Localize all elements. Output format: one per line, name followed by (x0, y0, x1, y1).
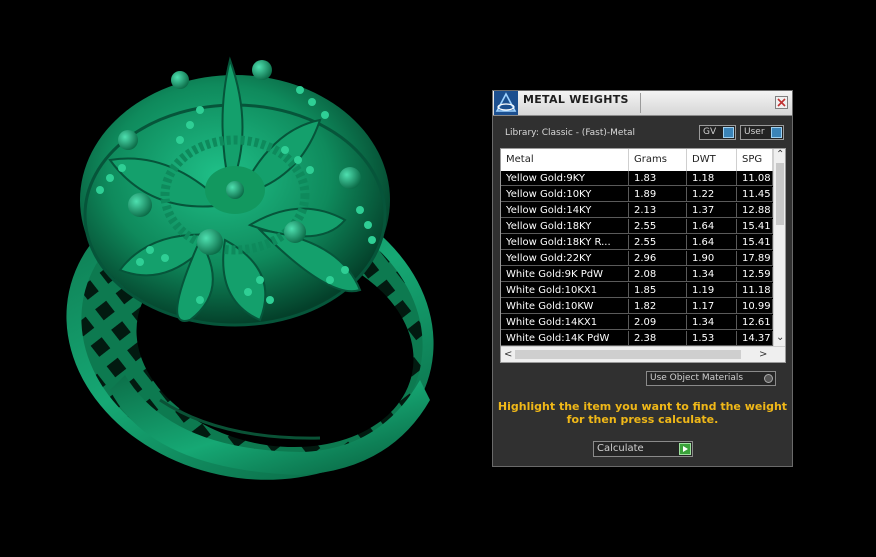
metal-cell: Yellow Gold:22KY (501, 251, 629, 266)
table-row[interactable]: White Gold:14KX1 2.09 1.34 12.61 (501, 315, 773, 331)
metal-cell: Yellow Gold:10KY (501, 187, 629, 202)
horizontal-scrollbar[interactable]: < > (501, 346, 785, 362)
spg-cell: 11.18 (737, 283, 773, 298)
spg-cell: 11.45 (737, 187, 773, 202)
metal-cell: Yellow Gold:18KY R... (501, 235, 629, 250)
metal-cell: White Gold:9K PdW (501, 267, 629, 282)
grams-cell: 2.08 (629, 267, 687, 282)
gv-toggle[interactable]: GV (699, 125, 736, 140)
column-header-grams[interactable]: Grams (629, 149, 687, 171)
instruction-line-1: Highlight the item you want to find the … (497, 400, 788, 413)
use-object-materials-option[interactable]: Use Object Materials (646, 371, 776, 386)
metal-weights-panel: METAL WEIGHTS Library: Classic - (Fast)-… (492, 90, 793, 467)
dwt-cell: 1.64 (687, 235, 737, 250)
dwt-cell: 1.19 (687, 283, 737, 298)
panel-titlebar[interactable]: METAL WEIGHTS (493, 91, 792, 116)
app-logo-icon (494, 91, 518, 115)
table-row[interactable]: White Gold:14K PdW 2.38 1.53 14.37 (501, 331, 773, 347)
spg-cell: 10.99 (737, 299, 773, 314)
gv-toggle-label: GV (703, 127, 717, 137)
panel-title: METAL WEIGHTS (523, 93, 629, 106)
use-object-materials-label: Use Object Materials (650, 373, 744, 383)
title-divider (640, 93, 641, 113)
user-toggle-label: User (744, 127, 765, 137)
scroll-down-icon[interactable]: ⌄ (776, 333, 784, 343)
library-label: Library: Classic - (Fast)-Metal (505, 128, 636, 138)
grams-cell: 1.85 (629, 283, 687, 298)
close-icon (777, 98, 786, 107)
grams-cell: 2.55 (629, 235, 687, 250)
table-row[interactable]: White Gold:10KX1 1.85 1.19 11.18 (501, 283, 773, 299)
table-row[interactable]: Yellow Gold:22KY 2.96 1.90 17.89 (501, 251, 773, 267)
column-header-dwt[interactable]: DWT (687, 149, 737, 171)
dwt-cell: 1.53 (687, 331, 737, 346)
metal-table[interactable]: Metal Grams DWT SPG Yellow Gold:9KY 1.83… (500, 148, 786, 363)
grams-cell: 1.83 (629, 171, 687, 186)
column-header-metal[interactable]: Metal (501, 149, 629, 171)
spg-cell: 11.08 (737, 171, 773, 186)
table-row[interactable]: White Gold:9K PdW 2.08 1.34 12.59 (501, 267, 773, 283)
instruction-text: Highlight the item you want to find the … (493, 400, 792, 426)
dwt-cell: 1.17 (687, 299, 737, 314)
table-row[interactable]: Yellow Gold:18KY 2.55 1.64 15.41 (501, 219, 773, 235)
spg-cell: 17.89 (737, 251, 773, 266)
table-row[interactable]: Yellow Gold:10KY 1.89 1.22 11.45 (501, 187, 773, 203)
grams-cell: 2.09 (629, 315, 687, 330)
table-row[interactable]: Yellow Gold:9KY 1.83 1.18 11.08 (501, 171, 773, 187)
spg-cell: 12.88 (737, 203, 773, 218)
metal-cell: Yellow Gold:18KY (501, 219, 629, 234)
metal-cell: White Gold:14K PdW (501, 331, 629, 346)
spg-cell: 14.37 (737, 331, 773, 346)
close-button[interactable] (775, 96, 788, 109)
metal-cell: Yellow Gold:14KY (501, 203, 629, 218)
ring-model (66, 56, 434, 480)
grams-cell: 2.96 (629, 251, 687, 266)
metal-cell: White Gold:10KW (501, 299, 629, 314)
play-arrow-icon (679, 443, 691, 455)
metal-cell: Yellow Gold:9KY (501, 171, 629, 186)
dwt-cell: 1.64 (687, 219, 737, 234)
dwt-cell: 1.22 (687, 187, 737, 202)
spg-cell: 12.61 (737, 315, 773, 330)
spg-cell: 15.41 (737, 219, 773, 234)
instruction-line-2: for then press calculate. (566, 413, 719, 426)
toggle-knob-icon (723, 127, 734, 138)
dwt-cell: 1.37 (687, 203, 737, 218)
scroll-up-icon[interactable]: ⌃ (776, 150, 784, 160)
vertical-scrollbar[interactable]: ⌃ ⌄ (773, 149, 785, 346)
grams-cell: 2.55 (629, 219, 687, 234)
calculate-button[interactable]: Calculate (593, 441, 693, 457)
dwt-cell: 1.34 (687, 315, 737, 330)
metal-cell: White Gold:10KX1 (501, 283, 629, 298)
dwt-cell: 1.90 (687, 251, 737, 266)
horizontal-scroll-thumb[interactable] (515, 350, 741, 359)
vertical-scroll-thumb[interactable] (776, 163, 784, 225)
user-toggle[interactable]: User (740, 125, 784, 140)
spg-cell: 15.41 (737, 235, 773, 250)
dwt-cell: 1.34 (687, 267, 737, 282)
dwt-cell: 1.18 (687, 171, 737, 186)
table-row[interactable]: White Gold:10KW 1.82 1.17 10.99 (501, 299, 773, 315)
column-header-spg[interactable]: SPG (737, 149, 773, 171)
grams-cell: 2.13 (629, 203, 687, 218)
metal-cell: White Gold:14KX1 (501, 315, 629, 330)
table-header: Metal Grams DWT SPG (501, 149, 773, 172)
calculate-label: Calculate (597, 443, 644, 454)
spg-cell: 12.59 (737, 267, 773, 282)
scroll-left-icon[interactable]: < (504, 350, 512, 360)
scroll-right-icon[interactable]: > (759, 350, 767, 360)
grams-cell: 2.38 (629, 331, 687, 346)
grams-cell: 1.89 (629, 187, 687, 202)
toggle-knob-icon (771, 127, 782, 138)
table-row[interactable]: Yellow Gold:14KY 2.13 1.37 12.88 (501, 203, 773, 219)
table-row[interactable]: Yellow Gold:18KY R... 2.55 1.64 15.41 (501, 235, 773, 251)
grams-cell: 1.82 (629, 299, 687, 314)
radio-icon (764, 374, 773, 383)
